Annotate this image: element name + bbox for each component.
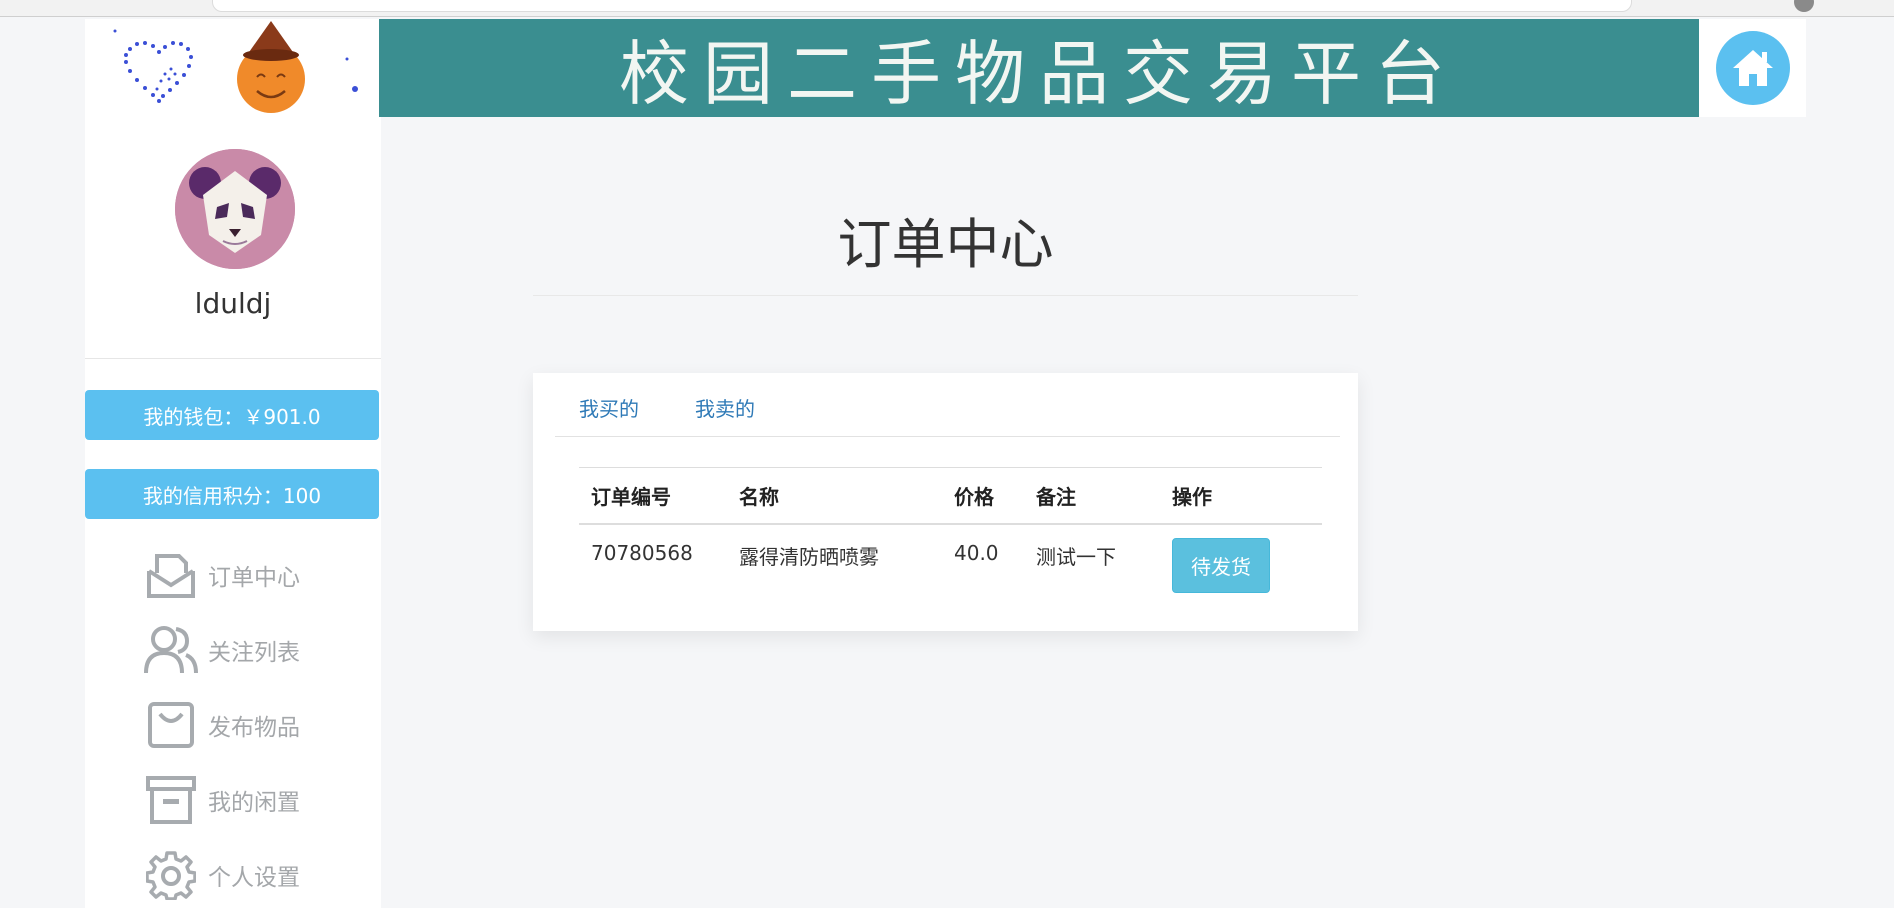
sidebar-item-orders[interactable]: 订单中心 bbox=[143, 547, 343, 603]
order-tabs: 我买的 我卖的 bbox=[555, 373, 1340, 437]
table-row: 70780568 露得清防晒喷雾 40.0 测试一下 待发货 bbox=[579, 524, 1322, 601]
browser-address-bar[interactable] bbox=[212, 0, 1632, 12]
browser-profile-icon[interactable] bbox=[1794, 0, 1814, 12]
sidebar-divider bbox=[85, 358, 381, 359]
sidebar-item-my-idle[interactable]: 我的闲置 bbox=[143, 772, 343, 828]
site-header: 校园二手物品交易平台 bbox=[85, 19, 1806, 117]
orders-table: 订单编号 名称 价格 备注 操作 70780568 露得清防晒喷雾 40.0 测… bbox=[579, 467, 1322, 601]
shopping-bag-icon bbox=[143, 697, 199, 753]
header-logo bbox=[85, 19, 379, 117]
order-name-cell: 露得清防晒喷雾 bbox=[739, 545, 879, 569]
heart-pumpkin-logo-icon bbox=[113, 21, 358, 113]
sidebar-item-label: 我的闲置 bbox=[208, 790, 300, 816]
page-title: 订单中心 bbox=[837, 213, 1054, 276]
username: lduldj bbox=[194, 287, 272, 320]
header-banner: 校园二手物品交易平台 bbox=[379, 19, 1699, 117]
home-icon bbox=[1732, 50, 1773, 86]
sidebar-item-following[interactable]: 关注列表 bbox=[143, 622, 343, 678]
avatar[interactable] bbox=[175, 149, 295, 269]
wallet-button[interactable]: 我的钱包：￥901.0 bbox=[85, 390, 379, 440]
gear-icon bbox=[143, 847, 199, 903]
home-button[interactable] bbox=[1715, 31, 1790, 105]
sidebar-item-label: 关注列表 bbox=[208, 640, 300, 666]
column-header-order-id: 订单编号 bbox=[591, 485, 671, 509]
order-id-cell: 70780568 bbox=[591, 541, 693, 565]
banner-title: 校园二手物品交易平台 bbox=[619, 32, 1459, 115]
home-area bbox=[1699, 19, 1806, 117]
app-page: 校园二手物品交易平台 lduldj 我的钱包：￥901.0 我的信用积分：100… bbox=[0, 0, 1894, 908]
tab-bought[interactable]: 我买的 bbox=[579, 393, 639, 422]
column-header-price: 价格 bbox=[954, 485, 994, 509]
title-divider bbox=[533, 295, 1358, 296]
column-header-name: 名称 bbox=[739, 485, 779, 509]
mail-open-icon bbox=[143, 547, 199, 603]
column-header-note: 备注 bbox=[1036, 485, 1076, 509]
users-icon bbox=[143, 622, 199, 678]
archive-box-icon bbox=[143, 772, 199, 828]
sidebar: lduldj 我的钱包：￥901.0 我的信用积分：100 订单中心 关注列表 … bbox=[85, 117, 381, 908]
column-header-action: 操作 bbox=[1172, 485, 1212, 509]
tab-sold[interactable]: 我卖的 bbox=[695, 393, 755, 422]
sidebar-item-label: 个人设置 bbox=[208, 865, 300, 891]
pending-shipment-button[interactable]: 待发货 bbox=[1172, 538, 1270, 593]
order-action-cell: 待发货 bbox=[1160, 524, 1322, 601]
order-note-cell: 测试一下 bbox=[1036, 545, 1116, 569]
sidebar-item-publish[interactable]: 发布物品 bbox=[143, 697, 343, 753]
orders-table-wrap: 订单编号 名称 价格 备注 操作 70780568 露得清防晒喷雾 40.0 测… bbox=[579, 467, 1322, 601]
sidebar-item-settings[interactable]: 个人设置 bbox=[143, 847, 343, 903]
panda-avatar-icon bbox=[175, 149, 295, 269]
table-header-row: 订单编号 名称 价格 备注 操作 bbox=[579, 467, 1322, 524]
order-price-cell: 40.0 bbox=[954, 541, 999, 565]
sidebar-item-label: 订单中心 bbox=[208, 565, 300, 591]
credit-score-button[interactable]: 我的信用积分：100 bbox=[85, 469, 379, 519]
browser-toolbar bbox=[0, 0, 1894, 17]
sidebar-item-label: 发布物品 bbox=[208, 715, 300, 741]
orders-panel: 我买的 我卖的 订单编号 名称 价格 备注 操作 70780568 露得清防晒喷… bbox=[533, 373, 1358, 631]
